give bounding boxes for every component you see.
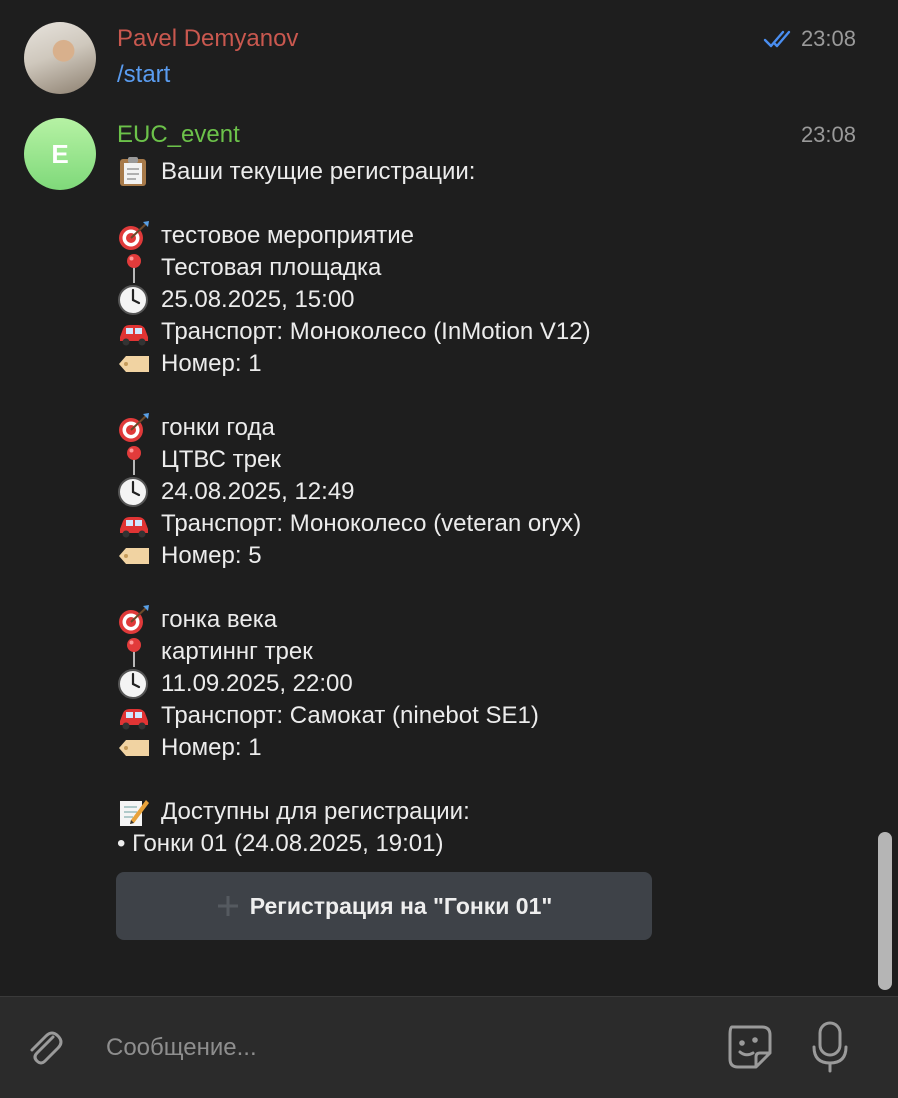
available-header: Доступны для регистрации: — [117, 796, 857, 828]
sender-name[interactable]: EUC_event — [117, 120, 240, 150]
car-icon — [117, 508, 151, 540]
reg-number: Номер: 1 — [117, 348, 857, 380]
reg-place: ЦТВС трек — [117, 444, 857, 476]
memo-icon — [117, 796, 151, 828]
register-button[interactable]: Регистрация на "Гонки 01" — [116, 872, 652, 940]
avatar-letter: E — [51, 138, 69, 169]
reg-transport: Транспорт: Моноколесо (InMotion V12) — [117, 316, 857, 348]
time-label: 23:08 — [800, 122, 856, 147]
registrations-header: Ваши текущие регистрации: — [117, 156, 857, 188]
pin-icon — [117, 636, 151, 668]
reg-datetime: 24.08.2025, 12:49 — [117, 476, 857, 508]
target-icon — [117, 220, 151, 252]
message-euc-event: E EUC_event 23:08 Ваши текущие регистрац… — [0, 0, 898, 990]
reg-number: Номер: 1 — [117, 732, 857, 764]
clock-icon — [117, 668, 151, 700]
clipboard-icon — [117, 156, 151, 188]
message-time: 23:08 — [801, 120, 856, 150]
paperclip-icon[interactable] — [20, 1023, 68, 1071]
register-button-label: Регистрация на "Гонки 01" — [249, 892, 553, 919]
plus-icon — [217, 896, 238, 916]
scrollbar[interactable] — [878, 832, 892, 990]
reg-datetime: 11.09.2025, 22:00 — [117, 668, 857, 700]
message-body: Ваши текущие регистрации: тестовое мероп… — [117, 156, 857, 860]
tag-icon — [117, 540, 151, 572]
target-icon — [117, 412, 151, 444]
target-icon — [117, 604, 151, 636]
reg-transport: Транспорт: Моноколесо (veteran oryx) — [117, 508, 857, 540]
car-icon — [117, 316, 151, 348]
available-item: • Гонки 01 (24.08.2025, 19:01) — [117, 830, 444, 857]
chat-window: Pavel Demyanov 23:08 /start E EUC_event … — [0, 0, 898, 1098]
clock-icon — [117, 284, 151, 316]
sticker-icon[interactable] — [722, 1019, 778, 1075]
reg-event: тестовое мероприятие — [117, 220, 857, 252]
message-input[interactable] — [104, 1027, 688, 1069]
reg-number: Номер: 5 — [117, 540, 857, 572]
microphone-icon[interactable] — [806, 1019, 854, 1075]
reg-place: Тестовая площадка — [117, 252, 857, 284]
avatar[interactable]: E — [24, 118, 96, 190]
tag-icon — [117, 348, 151, 380]
reg-event: гонки года — [117, 412, 857, 444]
reg-place: картиннг трек — [117, 636, 857, 668]
clock-icon — [117, 476, 151, 508]
reg-transport: Транспорт: Самокат (ninebot SE1) — [117, 700, 857, 732]
reg-datetime: 25.08.2025, 15:00 — [117, 284, 857, 316]
message-composer — [0, 996, 898, 1098]
pin-icon — [117, 252, 151, 284]
tag-icon — [117, 732, 151, 764]
car-icon — [117, 700, 151, 732]
pin-icon — [117, 444, 151, 476]
reg-event: гонка века — [117, 604, 857, 636]
